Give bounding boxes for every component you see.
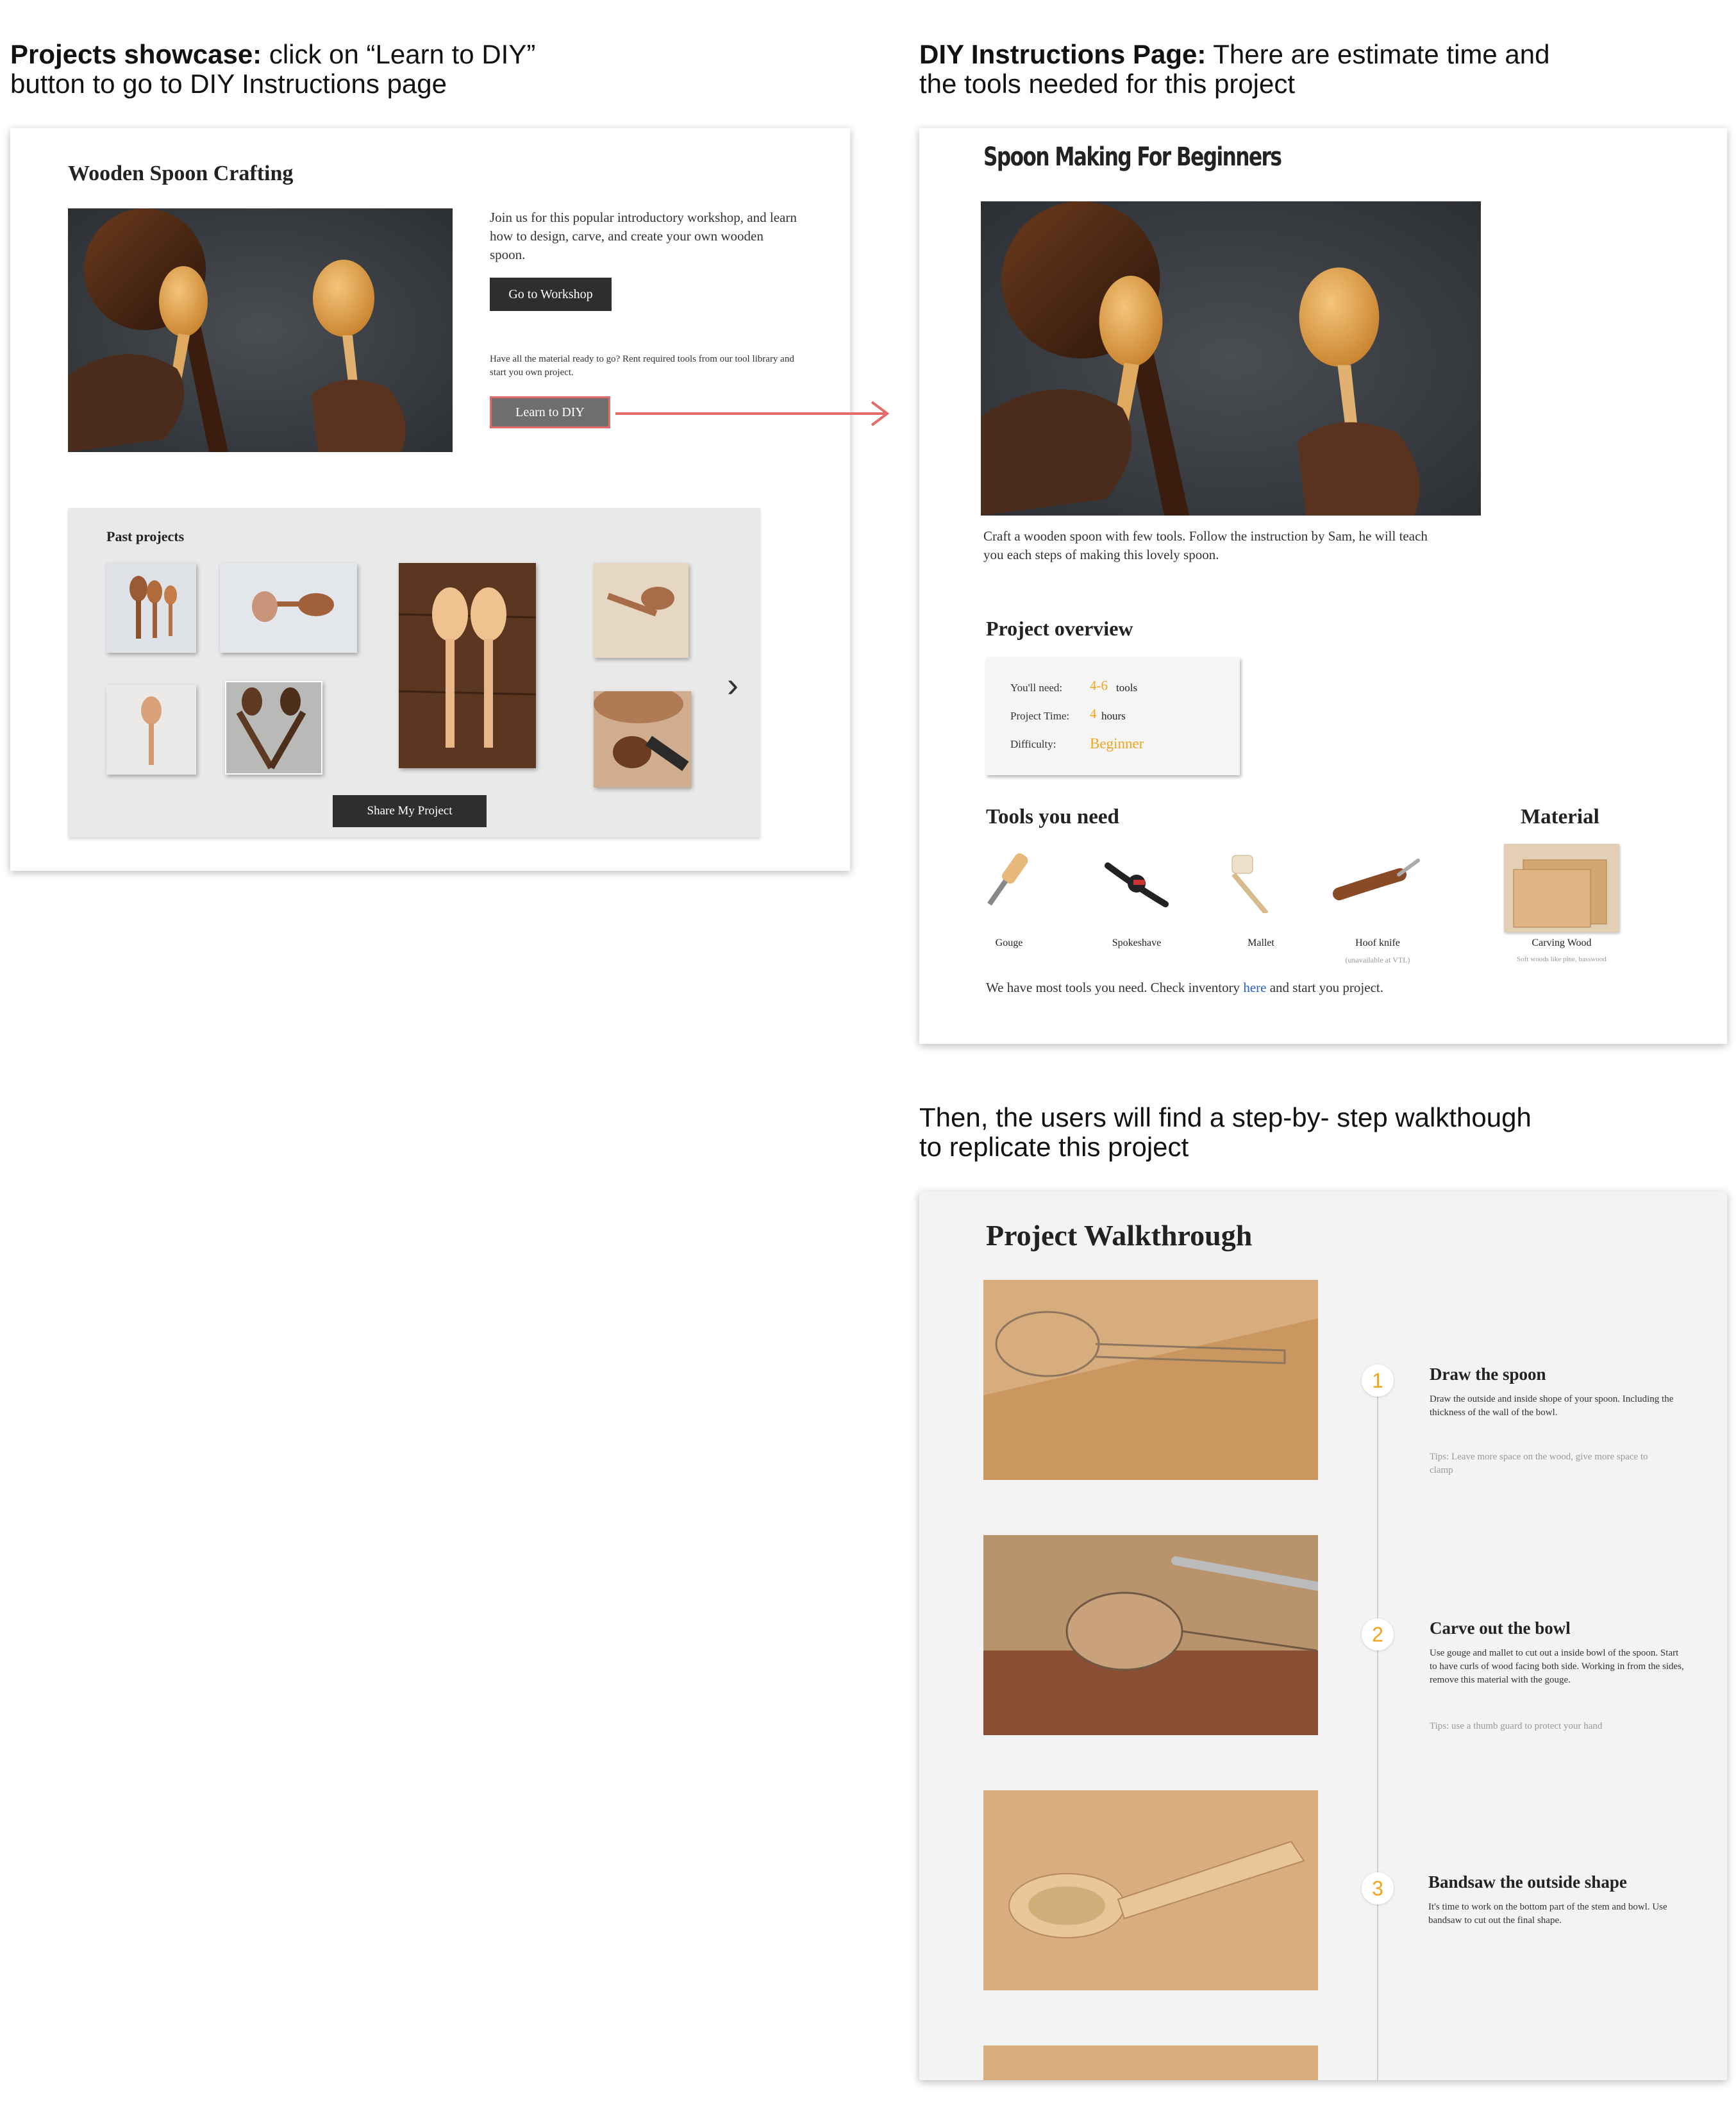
step-3-photo — [983, 1790, 1318, 1990]
diy-card: Spoon Making For Beginners Craft a woode… — [919, 128, 1727, 1044]
tool-name-spokeshave: Spokeshave — [1112, 937, 1162, 948]
walkthrough-caption: Then, the users will find a step-by- ste… — [919, 1103, 1689, 1162]
diy-caption-text-2: the tools needed for this project — [919, 69, 1296, 99]
diy-caption-text-1: There are estimate time and — [1206, 39, 1550, 69]
showcase-card: Wooden Spoon Crafting Join us for this p… — [10, 128, 850, 871]
diy-hero-photo — [981, 201, 1481, 516]
hero-photo — [68, 208, 453, 452]
diy-caption: DIY Instructions Page: There are estimat… — [919, 40, 1689, 99]
difficulty-value: Beginner — [1090, 735, 1144, 752]
inventory-text-before: We have most tools you need. Check inven… — [986, 980, 1244, 995]
need-value: 4-6 — [1090, 678, 1108, 693]
step-2-photo — [983, 1535, 1318, 1735]
past-project-thumbnail[interactable] — [106, 685, 196, 775]
need-unit: tools — [1116, 682, 1138, 694]
walkthrough-caption-text-1: Then, the users will find a step-by- ste… — [919, 1102, 1532, 1132]
tool-name-mallet: Mallet — [1248, 937, 1274, 948]
past-project-thumbnail[interactable] — [225, 681, 322, 775]
step-3-number: 3 — [1362, 1872, 1394, 1904]
spokeshave-icon — [1101, 853, 1172, 911]
step-3-body: It's time to work on the bottom part of … — [1428, 1902, 1667, 1926]
time-value: 4 — [1090, 706, 1097, 721]
go-to-workshop-button[interactable]: Go to Workshop — [490, 278, 612, 311]
showcase-caption-text-2: button to go to DIY Instructions page — [10, 69, 447, 99]
inventory-text: We have most tools you need. Check inven… — [986, 980, 1383, 996]
diy-title: Spoon Making For Beginners — [983, 142, 1282, 172]
past-projects-panel: Past projects › Share My Project — [68, 508, 760, 837]
timeline-line — [1377, 1377, 1378, 2080]
step-2-title: Carve out the bowl — [1430, 1618, 1571, 1638]
project-overview-box: You'll need: 4-6 tools Project Time: 4 h… — [986, 657, 1240, 775]
past-project-thumbnail[interactable] — [220, 563, 357, 653]
past-projects-title: Past projects — [106, 528, 185, 544]
material-name: Carving Wood — [1532, 937, 1592, 948]
need-label: You'll need: — [1010, 682, 1063, 694]
gouge-icon — [977, 846, 1041, 911]
step-2-body: Use gouge and mallet to cut out a inside… — [1430, 1648, 1684, 1685]
mallet-icon — [1226, 849, 1296, 916]
inventory-text-after: and start you project. — [1266, 980, 1383, 995]
step-4-photo — [983, 2045, 1318, 2080]
share-my-project-button[interactable]: Share My Project — [333, 795, 487, 827]
material-note: Soft woods like pine, basswood — [1517, 955, 1607, 963]
carving-wood-image — [1504, 844, 1619, 932]
step-1-body: Draw the outside and inside shope of you… — [1430, 1394, 1674, 1418]
step-2-number: 2 — [1362, 1618, 1394, 1650]
step-2-tip: Tips: use a thumb guard to protect your … — [1430, 1721, 1603, 1731]
showcase-caption: Projects showcase: click on “Learn to DI… — [10, 40, 780, 99]
showcase-intro: Join us for this popular introductory wo… — [490, 210, 797, 262]
chevron-right-icon[interactable]: › — [727, 665, 739, 705]
walkthrough-title: Project Walkthrough — [986, 1219, 1253, 1252]
diy-caption-text: Craft a wooden spoon with few tools. Fol… — [983, 528, 1428, 562]
past-project-thumbnail[interactable] — [106, 563, 196, 653]
time-label: Project Time: — [1010, 710, 1070, 722]
diy-caption-title: DIY Instructions Page: — [919, 39, 1206, 69]
step-3-title: Bandsaw the outside shape — [1428, 1872, 1627, 1892]
past-project-thumbnail[interactable] — [399, 563, 536, 768]
learn-to-diy-button[interactable]: Learn to DIY — [490, 396, 610, 428]
step-1-photo — [983, 1280, 1318, 1480]
showcase-title: Wooden Spoon Crafting — [68, 162, 294, 185]
step-1-number: 1 — [1362, 1365, 1394, 1397]
tool-name-gouge: Gouge — [995, 937, 1023, 948]
time-unit: hours — [1101, 710, 1126, 722]
showcase-caption-text-1: click on “Learn to DIY” — [262, 39, 536, 69]
past-project-thumbnail[interactable] — [594, 691, 691, 787]
tools-title: Tools you need — [986, 805, 1119, 828]
walkthrough-caption-text-2: to replicate this project — [919, 1132, 1189, 1162]
step-1-title: Draw the spoon — [1430, 1365, 1546, 1384]
inventory-link[interactable]: here — [1243, 980, 1266, 995]
material-title: Material — [1521, 805, 1599, 828]
arrow-right-icon — [615, 401, 890, 426]
difficulty-label: Difficulty: — [1010, 738, 1056, 750]
project-overview-title: Project overview — [986, 617, 1133, 640]
showcase-caption-title: Projects showcase: — [10, 39, 262, 69]
walkthrough-card: Project Walkthrough 1 Draw the spoon Dra… — [919, 1191, 1727, 2080]
hoof-knife-icon — [1330, 849, 1426, 907]
material-ready-text: Have all the material ready to go? Rent … — [490, 354, 794, 378]
tool-note-hoof-knife: (unavailable at VTL) — [1345, 955, 1410, 964]
tool-name-hoof-knife: Hoof knife — [1355, 937, 1400, 948]
step-1-tip: Tips: Leave more space on the wood, give… — [1430, 1452, 1648, 1475]
past-project-thumbnail[interactable] — [594, 563, 689, 658]
